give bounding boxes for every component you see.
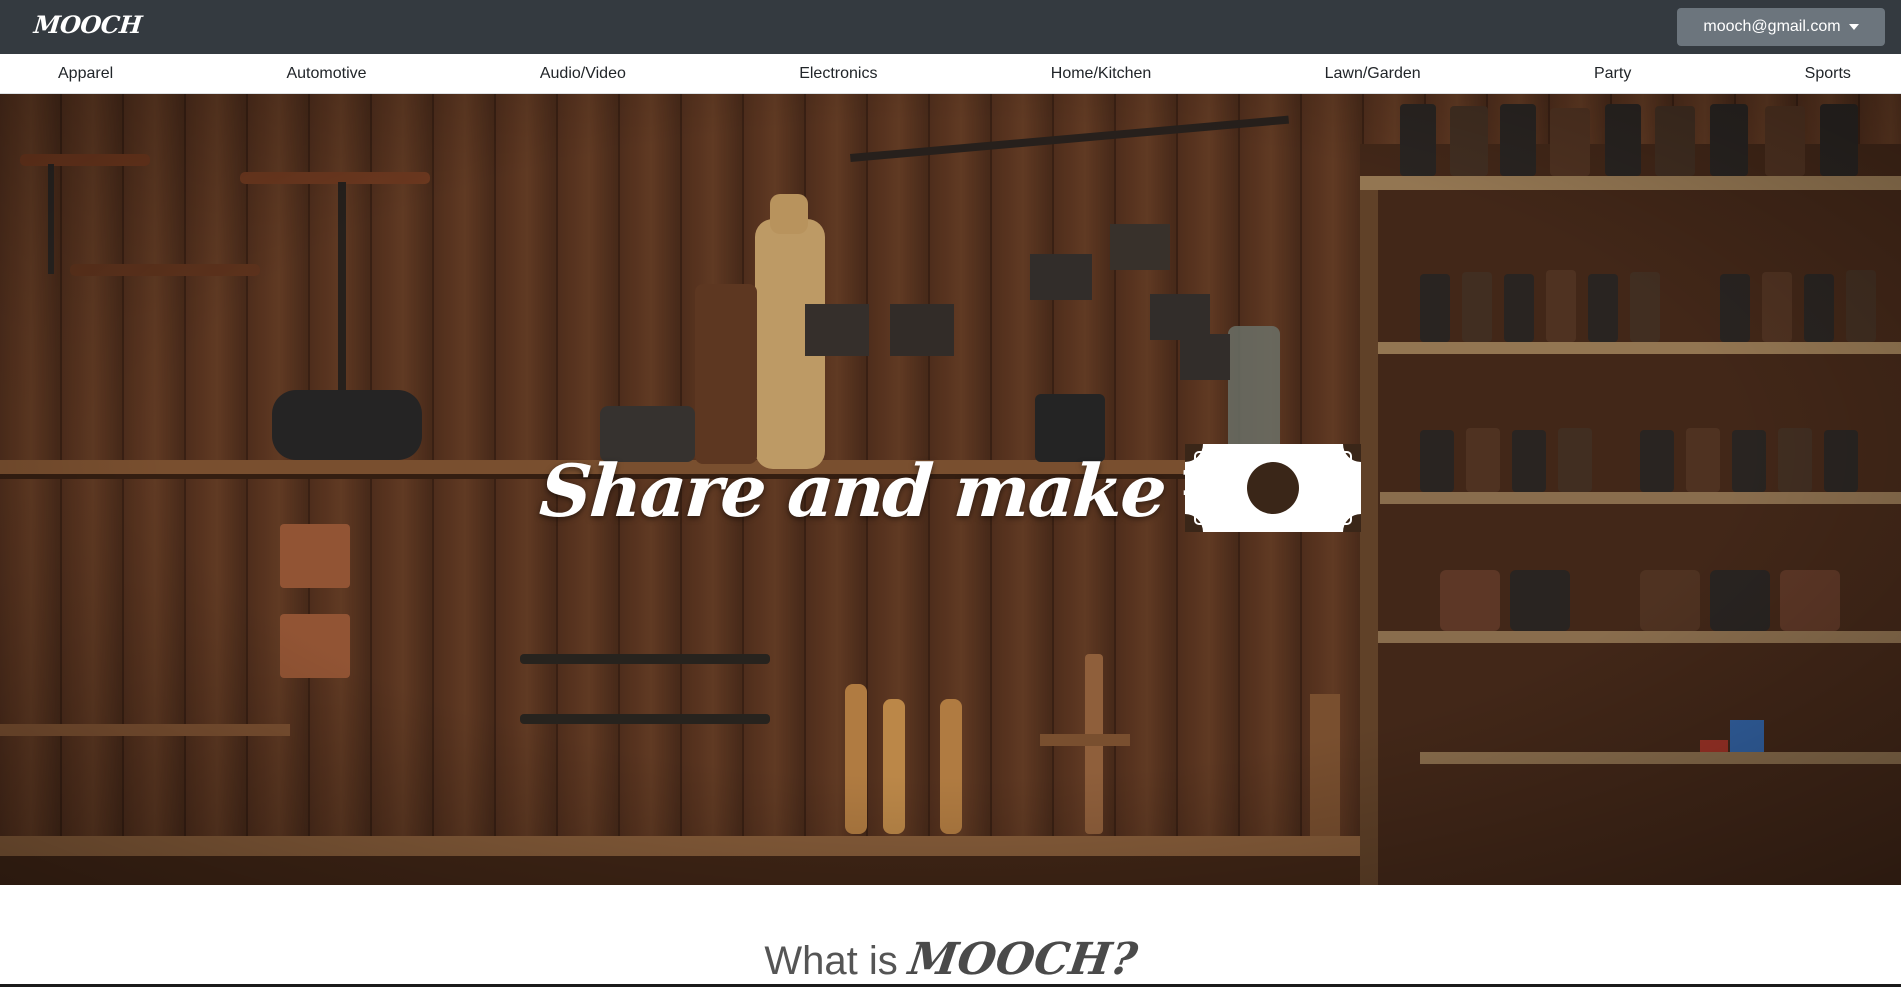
user-email: mooch@gmail.com bbox=[1703, 18, 1841, 35]
category-automotive[interactable]: Automotive bbox=[286, 65, 366, 83]
about-heading: What is MOOCH? bbox=[0, 932, 1901, 989]
category-apparel[interactable]: Apparel bbox=[58, 65, 113, 83]
caret-down-icon bbox=[1848, 24, 1859, 30]
about-heading-prefix: What is bbox=[764, 939, 898, 983]
category-home-kitchen[interactable]: Home/Kitchen bbox=[1051, 65, 1152, 83]
dollar-bill-icon bbox=[1184, 444, 1361, 537]
category-sports[interactable]: Sports bbox=[1805, 65, 1851, 83]
hero-headline-text: Share and make bbox=[537, 448, 1168, 533]
category-audio-video[interactable]: Audio/Video bbox=[540, 65, 626, 83]
top-navbar: MOOCH mooch@gmail.com bbox=[0, 0, 1901, 54]
about-heading-brand: MOOCH? bbox=[905, 934, 1141, 985]
category-lawn-garden[interactable]: Lawn/Garden bbox=[1325, 65, 1421, 83]
category-nav: Apparel Automotive Audio/Video Electroni… bbox=[0, 54, 1901, 94]
category-electronics[interactable]: Electronics bbox=[799, 65, 877, 83]
hero-headline: Share and make bbox=[0, 444, 1901, 537]
brand-logo[interactable]: MOOCH bbox=[32, 10, 144, 40]
bill-number: 1 bbox=[1179, 463, 1205, 504]
user-account-dropdown[interactable]: mooch@gmail.com bbox=[1677, 8, 1885, 46]
category-party[interactable]: Party bbox=[1594, 65, 1631, 83]
hero-banner: Share and make 1 bbox=[0, 94, 1901, 885]
